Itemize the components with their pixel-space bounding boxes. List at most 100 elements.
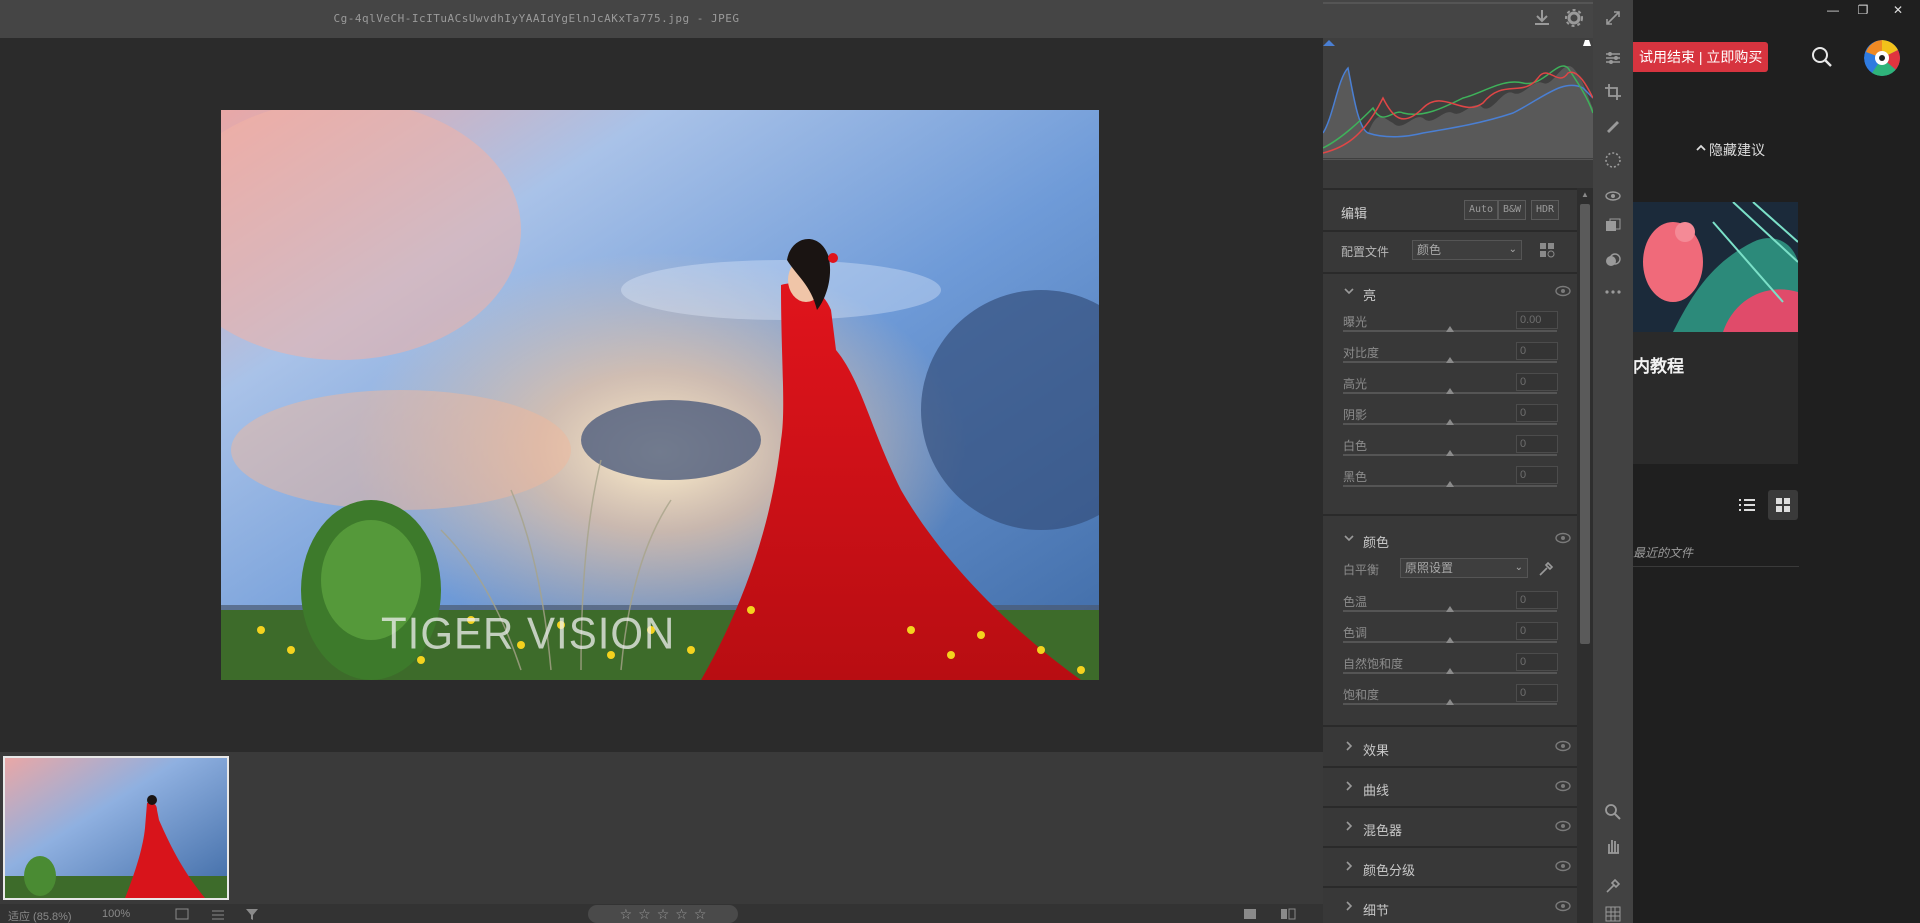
color-mixer-section-header[interactable]: 混色器: [1323, 814, 1577, 842]
tint-slider[interactable]: 色调 0: [1323, 622, 1577, 655]
highlights-slider[interactable]: 高光 0: [1323, 373, 1577, 406]
slider-handle[interactable]: [1446, 637, 1454, 643]
grid-overlay-icon[interactable]: [1603, 904, 1623, 923]
hdr-button[interactable]: HDR: [1531, 200, 1560, 220]
eye-icon[interactable]: [1555, 740, 1571, 752]
star-4-icon[interactable]: ☆: [675, 906, 688, 923]
color-section-header[interactable]: 颜色: [1323, 526, 1577, 554]
fullscreen-icon[interactable]: [1603, 8, 1623, 28]
zoom-fit-label[interactable]: 适应 (85.8%): [8, 908, 72, 923]
tutorial-card[interactable]: [1633, 201, 1799, 464]
curves-section-header[interactable]: 曲线: [1323, 774, 1577, 802]
tint-value-input[interactable]: 0: [1516, 622, 1558, 640]
hide-suggestions-link[interactable]: 隐藏建议: [1709, 140, 1765, 160]
vibrance-slider[interactable]: 自然饱和度 0: [1323, 653, 1577, 686]
whites-slider[interactable]: 白色 0: [1323, 435, 1577, 468]
filter-icon[interactable]: [244, 907, 260, 921]
slider-handle[interactable]: [1446, 388, 1454, 394]
bw-button[interactable]: B&W: [1498, 200, 1527, 220]
rating-stars[interactable]: ☆ ☆ ☆ ☆ ☆: [588, 905, 738, 923]
star-5-icon[interactable]: ☆: [694, 906, 707, 923]
grid-view-icon[interactable]: [1768, 490, 1798, 520]
auto-button[interactable]: Auto: [1464, 200, 1499, 220]
sort-icon[interactable]: [210, 907, 226, 921]
eye-icon[interactable]: [1555, 860, 1571, 872]
slider-handle[interactable]: [1446, 419, 1454, 425]
restore-icon[interactable]: ❐: [1848, 0, 1878, 20]
filmstrip-thumbnail[interactable]: [3, 756, 229, 900]
highlight-clip-icon[interactable]: [1583, 40, 1591, 46]
red-eye-icon[interactable]: [1603, 186, 1623, 206]
user-avatar[interactable]: [1864, 40, 1900, 76]
exposure-slider[interactable]: 曝光 0.00: [1323, 311, 1577, 344]
zoom-icon[interactable]: [1603, 802, 1623, 822]
image-canvas[interactable]: TIGER VISION: [0, 38, 1323, 752]
eye-icon[interactable]: [1555, 780, 1571, 792]
trial-purchase-button[interactable]: 试用结束 | 立即购买: [1633, 42, 1768, 72]
contrast-slider[interactable]: 对比度 0: [1323, 342, 1577, 375]
filename: Cg-4qlVeCH-IcITuACsUwvdhIyYAAIdYgElnJcAK…: [333, 12, 690, 25]
detail-section-header[interactable]: 细节: [1323, 894, 1577, 922]
panel-scrollbar[interactable]: ▲: [1577, 188, 1593, 923]
vibrance-value-input[interactable]: 0: [1516, 653, 1558, 671]
single-view-icon[interactable]: [1242, 907, 1258, 921]
edit-sliders-icon[interactable]: [1603, 48, 1623, 68]
masking-icon[interactable]: [1603, 150, 1623, 170]
contrast-value-input[interactable]: 0: [1516, 342, 1558, 360]
exposure-value-input[interactable]: 0.00: [1516, 311, 1558, 329]
blacks-slider[interactable]: 黑色 0: [1323, 466, 1577, 499]
healing-brush-icon[interactable]: [1603, 115, 1623, 135]
snapshots-icon[interactable]: [1603, 250, 1623, 270]
light-section-header[interactable]: 亮: [1323, 279, 1577, 307]
eye-icon[interactable]: [1555, 900, 1571, 912]
shadows-slider[interactable]: 阴影 0: [1323, 404, 1577, 437]
color-grading-section-header[interactable]: 颜色分级: [1323, 854, 1577, 882]
save-download-icon[interactable]: [1531, 7, 1553, 29]
shadow-clip-icon[interactable]: [1323, 40, 1335, 46]
compare-view-icon[interactable]: [1280, 907, 1296, 921]
shadows-value-input[interactable]: 0: [1516, 404, 1558, 422]
scrollbar-thumb[interactable]: [1580, 204, 1590, 644]
chevron-up-icon[interactable]: [1695, 142, 1707, 154]
temperature-value-input[interactable]: 0: [1516, 591, 1558, 609]
list-view-icon[interactable]: [1732, 490, 1762, 520]
blacks-value-input[interactable]: 0: [1516, 466, 1558, 484]
temperature-slider[interactable]: 色温 0: [1323, 591, 1577, 624]
slider-handle[interactable]: [1446, 668, 1454, 674]
white-balance-dropdown[interactable]: 原照设置 ⌄: [1400, 558, 1528, 578]
search-icon[interactable]: [1811, 46, 1833, 68]
eye-icon[interactable]: [1555, 285, 1571, 297]
slider-handle[interactable]: [1446, 450, 1454, 456]
slider-handle[interactable]: [1446, 326, 1454, 332]
star-2-icon[interactable]: ☆: [638, 906, 651, 923]
close-icon[interactable]: ✕: [1883, 0, 1913, 20]
eyedropper-icon[interactable]: [1537, 560, 1555, 578]
presets-icon[interactable]: [1603, 216, 1623, 236]
profile-label: 配置文件: [1341, 245, 1390, 259]
star-3-icon[interactable]: ☆: [657, 906, 670, 923]
flag-icon[interactable]: [174, 907, 190, 921]
effects-section-header[interactable]: 效果: [1323, 734, 1577, 762]
eye-icon[interactable]: [1555, 820, 1571, 832]
crop-icon[interactable]: [1603, 82, 1623, 102]
minimize-icon[interactable]: —: [1818, 0, 1848, 20]
profile-dropdown[interactable]: 颜色 ⌄: [1412, 240, 1522, 260]
tool-strip: [1593, 0, 1633, 923]
star-1-icon[interactable]: ☆: [620, 906, 633, 923]
more-options-icon[interactable]: [1603, 282, 1623, 302]
saturation-value-input[interactable]: 0: [1516, 684, 1558, 702]
slider-handle[interactable]: [1446, 699, 1454, 705]
slider-handle[interactable]: [1446, 481, 1454, 487]
sampler-icon[interactable]: [1603, 876, 1623, 896]
eye-icon[interactable]: [1555, 532, 1571, 544]
saturation-slider[interactable]: 饱和度 0: [1323, 684, 1577, 717]
profile-browser-icon[interactable]: [1539, 242, 1555, 258]
settings-gear-icon[interactable]: [1563, 7, 1585, 29]
zoom-100-label[interactable]: 100%: [102, 908, 130, 920]
slider-handle[interactable]: [1446, 357, 1454, 363]
highlights-value-input[interactable]: 0: [1516, 373, 1558, 391]
hand-icon[interactable]: [1603, 836, 1623, 856]
whites-value-input[interactable]: 0: [1516, 435, 1558, 453]
scroll-up-icon[interactable]: ▲: [1581, 190, 1589, 199]
slider-handle[interactable]: [1446, 606, 1454, 612]
